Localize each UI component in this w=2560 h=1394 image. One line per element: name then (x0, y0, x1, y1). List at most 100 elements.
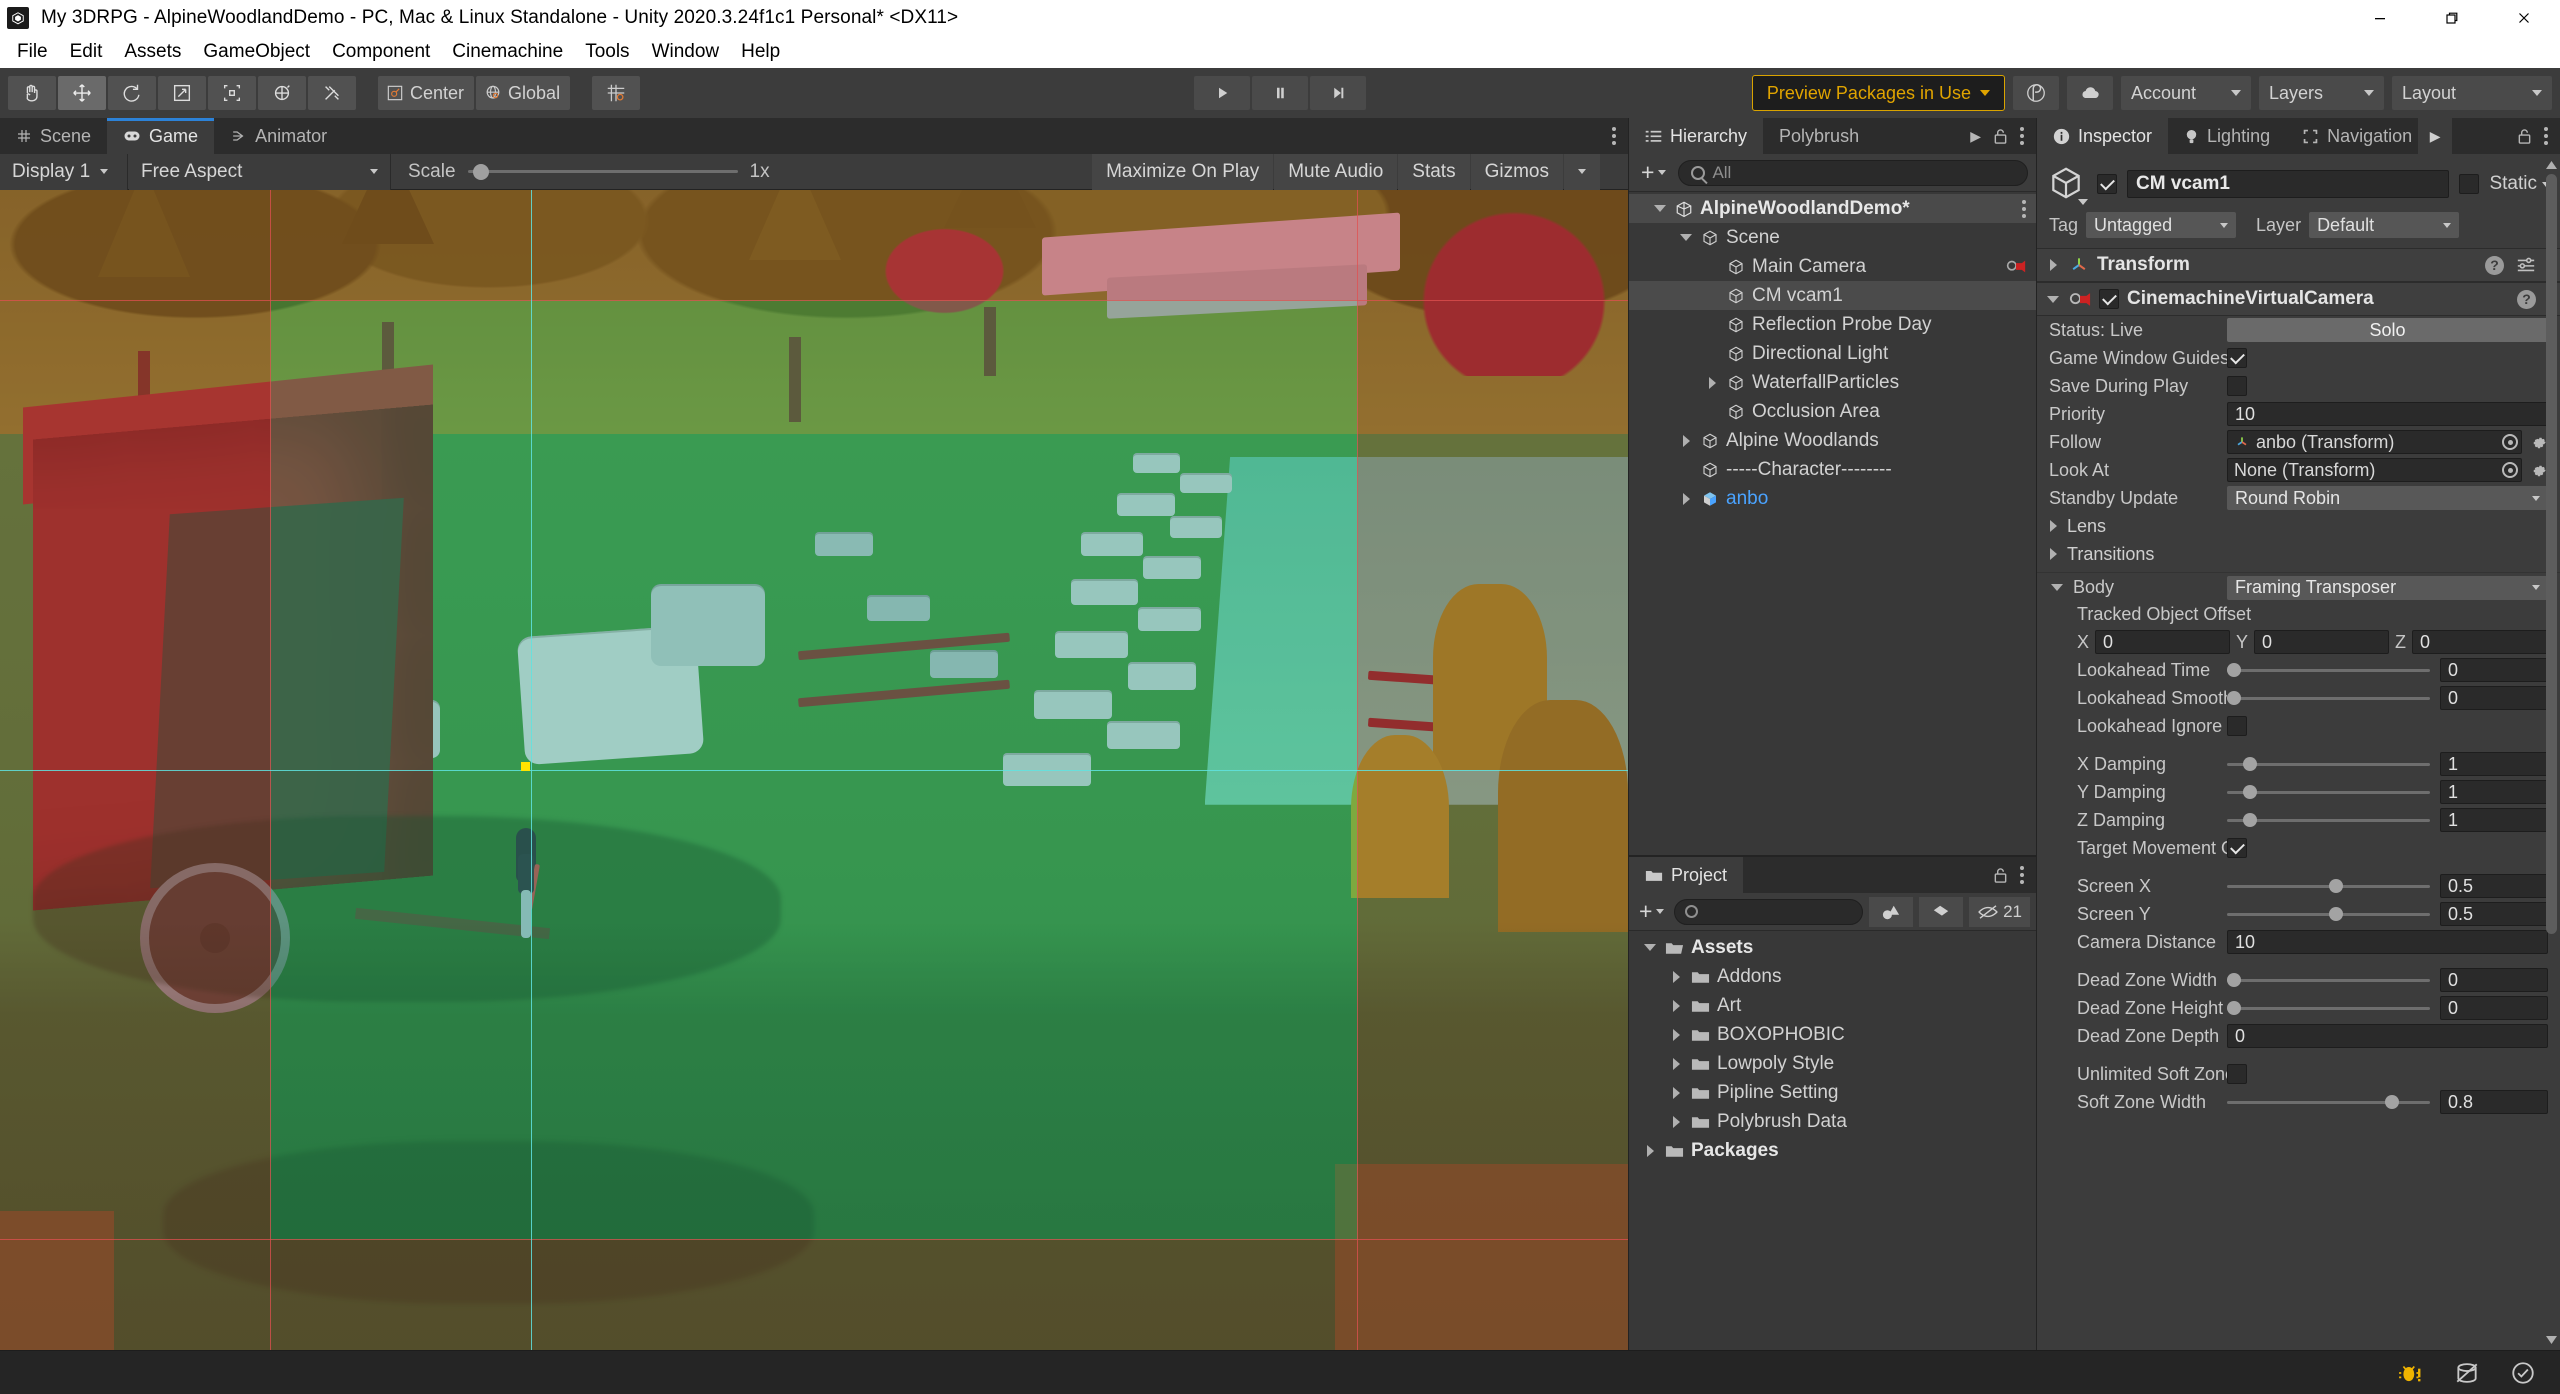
cloud-icon[interactable] (2067, 76, 2113, 110)
body-prop-slider[interactable] (2227, 663, 2430, 677)
project-item-6-foldout-icon[interactable] (1668, 1114, 1684, 1130)
body-prop-slider[interactable] (2227, 907, 2430, 921)
move-tool-button[interactable] (58, 76, 106, 110)
hierarchy-item[interactable]: WaterfallParticles (1629, 368, 2036, 397)
help-icon[interactable]: ? (2485, 255, 2504, 275)
hierarchy-item[interactable]: Occlusion Area (1629, 397, 2036, 426)
transitions-foldout-icon[interactable] (2045, 546, 2061, 562)
body-prop-slider-handle[interactable] (2328, 879, 2343, 893)
body-prop-slider[interactable] (2227, 785, 2430, 799)
body-prop-value-input[interactable]: 0.5 (2440, 902, 2548, 926)
object-picker-icon[interactable] (2499, 459, 2521, 481)
body-prop-slider-handle[interactable] (2243, 785, 2258, 799)
rect-tool-button[interactable] (208, 76, 256, 110)
preview-packages-button[interactable]: Preview Packages in Use (1751, 75, 2005, 111)
hierarchy-item[interactable]: AlpineWoodlandDemo* (1629, 194, 2036, 223)
hierarchy-item-1-foldout-icon[interactable] (1678, 230, 1694, 246)
body-prop-checkbox[interactable] (2227, 716, 2247, 736)
menu-window[interactable]: Window (641, 38, 731, 66)
hierarchy-item[interactable]: CM vcam1 (1629, 281, 2036, 310)
body-prop-value-input[interactable]: 0 (2440, 968, 2548, 992)
project-item-0-foldout-icon[interactable] (1642, 940, 1658, 956)
vcam-component-header[interactable]: CinemachineVirtualCamera ? (2037, 282, 2560, 316)
hand-tool-button[interactable] (8, 76, 56, 110)
body-prop-value-input[interactable]: 1 (2440, 752, 2548, 776)
project-item[interactable]: Lowpoly Style (1629, 1049, 2036, 1078)
project-item[interactable]: Packages (1629, 1136, 2036, 1165)
project-item[interactable]: Assets (1629, 933, 2036, 962)
lens-foldout-icon[interactable] (2045, 518, 2061, 534)
vcam-foldout-icon[interactable] (2045, 291, 2061, 307)
project-item[interactable]: Addons (1629, 962, 2036, 991)
transitions-foldout[interactable]: Transitions (2037, 540, 2560, 568)
project-item-1-foldout-icon[interactable] (1668, 969, 1684, 985)
project-create-button[interactable]: + (1635, 898, 1668, 925)
body-prop-value-input[interactable]: 0 (2440, 996, 2548, 1020)
gizmos-button[interactable]: Gizmos (1470, 153, 1563, 190)
inspector-scrollbar[interactable] (2545, 158, 2558, 1346)
transform-component-header[interactable]: Transform ? (2037, 248, 2560, 282)
search-by-type-button[interactable] (1869, 896, 1914, 927)
hierarchy-item[interactable]: Scene (1629, 223, 2036, 252)
body-prop-slider[interactable] (2227, 691, 2430, 705)
maximize-on-play-button[interactable]: Maximize On Play (1092, 153, 1274, 190)
custom-editor-tool-button[interactable] (308, 76, 356, 110)
hierarchy-item-0-foldout-icon[interactable] (1652, 201, 1668, 217)
hierarchy-item[interactable]: Reflection Probe Day (1629, 310, 2036, 339)
collab-icon[interactable] (2013, 76, 2059, 110)
tab-overflow-icon[interactable]: ▶ (2418, 118, 2453, 154)
vcam-prop-object-field[interactable]: anbo (Transform) (2227, 430, 2522, 454)
body-prop-input[interactable]: 0 (2227, 1024, 2548, 1048)
body-prop-slider-handle[interactable] (2227, 1001, 2241, 1015)
static-checkbox[interactable] (2459, 174, 2480, 194)
body-prop-input[interactable]: 10 (2227, 930, 2548, 954)
mute-audio-button[interactable]: Mute Audio (1274, 153, 1398, 190)
tab-lighting[interactable]: Lighting (2168, 118, 2287, 154)
body-prop-slider[interactable] (2227, 879, 2430, 893)
tab-project[interactable]: Project (1629, 857, 1744, 894)
hierarchy-item-10-foldout-icon[interactable] (1678, 491, 1694, 507)
vcam-prop-checkbox[interactable] (2227, 348, 2247, 368)
gameobject-enabled-checkbox[interactable] (2097, 174, 2117, 194)
project-item[interactable]: BOXOPHOBIC (1629, 1020, 2036, 1049)
scale-slider-handle[interactable] (472, 163, 489, 180)
body-prop-value-input[interactable]: 0 (2440, 686, 2548, 710)
body-prop-slider-handle[interactable] (2227, 691, 2241, 705)
tab-navigation[interactable]: Navigation (2286, 118, 2419, 154)
scene-context-menu-icon[interactable] (2022, 199, 2026, 218)
body-prop-value-input[interactable]: 1 (2440, 780, 2548, 804)
maximize-button[interactable] (2416, 0, 2488, 36)
body-prop-checkbox[interactable] (2227, 838, 2247, 858)
layer-dropdown[interactable]: Default (2309, 212, 2460, 238)
game-viewport[interactable] (0, 190, 1628, 1350)
menu-component[interactable]: Component (321, 38, 441, 66)
check-circle-icon[interactable] (2496, 1351, 2550, 1394)
menu-help[interactable]: Help (730, 38, 791, 66)
project-item-7-foldout-icon[interactable] (1642, 1143, 1658, 1159)
body-prop-checkbox[interactable] (2227, 1064, 2247, 1084)
body-prop-value-input[interactable]: 0 (2440, 658, 2548, 682)
hierarchy-menu-icon[interactable] (2020, 127, 2024, 145)
pause-button[interactable] (1252, 76, 1308, 110)
hierarchy-item[interactable]: anbo (1629, 484, 2036, 513)
static-dropdown[interactable]: Static (2489, 173, 2550, 195)
database-off-icon[interactable] (2440, 1351, 2494, 1394)
project-search-input[interactable] (1674, 898, 1864, 925)
body-prop-slider-handle[interactable] (2385, 1095, 2400, 1109)
scale-tool-button[interactable] (158, 76, 206, 110)
project-item-4-foldout-icon[interactable] (1668, 1056, 1684, 1072)
aspect-selector[interactable]: Free Aspect (129, 153, 391, 190)
body-prop-slider[interactable] (2227, 973, 2430, 987)
menu-assets[interactable]: Assets (113, 38, 192, 66)
handle-rotation-button[interactable]: Global (476, 76, 571, 110)
vcam-enabled-checkbox[interactable] (2099, 289, 2119, 309)
hierarchy-tree[interactable]: AlpineWoodlandDemo* Scene Main Camera CM vc… (1629, 192, 2036, 856)
menu-gameobject[interactable]: GameObject (192, 38, 321, 66)
body-prop-slider[interactable] (2227, 813, 2430, 827)
hierarchy-item[interactable]: -----Character-------- (1629, 455, 2036, 484)
project-item-2-foldout-icon[interactable] (1668, 998, 1684, 1014)
lock-icon[interactable] (1993, 128, 2008, 145)
menu-edit[interactable]: Edit (59, 38, 114, 66)
project-menu-icon[interactable] (2020, 866, 2024, 885)
tab-overflow-icon[interactable]: ▶ (1970, 128, 1981, 145)
